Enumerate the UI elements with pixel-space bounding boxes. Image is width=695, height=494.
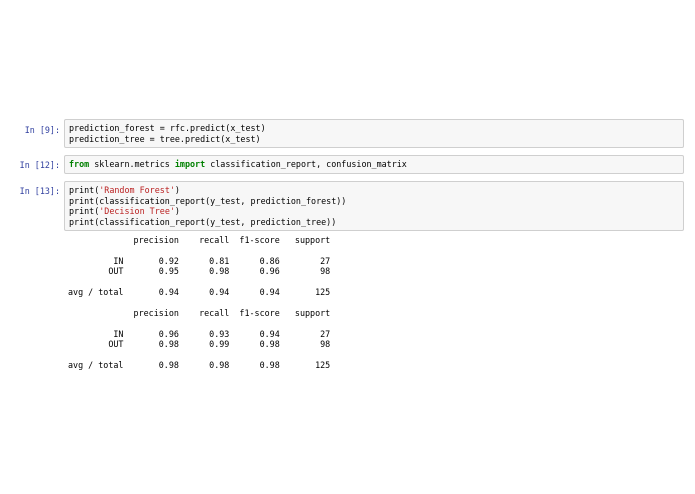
code-keyword: from [69, 159, 90, 169]
output-line: IN 0.92 0.81 0.86 27 [68, 255, 331, 266]
output-line: precision recall f1-score support [68, 235, 331, 245]
cell-prompt: In [13]: [19, 186, 60, 196]
code-line: print(classification_report(y_test, pred… [69, 196, 679, 207]
code-token: print( [69, 206, 100, 216]
code-input-area[interactable]: prediction_forest = rfc.predict(x_test) p… [64, 119, 684, 148]
code-token: prediction_tree = tree.predict(x_test) [69, 133, 261, 144]
output-line: IN 0.96 0.93 0.94 27 [68, 328, 331, 339]
code-keyword: import [174, 159, 206, 169]
output-line: avg / total 0.94 0.94 0.94 125 [68, 286, 331, 297]
code-line: print(classification_report(y_test, pred… [69, 217, 679, 228]
code-token: ) [174, 206, 180, 216]
cell-prompt: In [9]: [24, 125, 60, 135]
code-token: sklearn.metrics [89, 159, 175, 169]
output-line: precision recall f1-score support [68, 307, 331, 318]
code-input-area[interactable]: print('Random Forest') print(classificati… [64, 181, 684, 231]
code-line: prediction_forest = rfc.predict(x_test) [69, 123, 679, 134]
code-token: print(classification_report(y_test, pred… [69, 216, 337, 227]
code-token: print(classification_report(y_test, pred… [69, 195, 347, 206]
cell-prompt: In [12]: [19, 160, 60, 170]
output-line: OUT 0.95 0.98 0.96 98 [68, 266, 331, 277]
code-line: prediction_tree = tree.predict(x_test) [69, 134, 679, 145]
code-string: 'Random Forest' [99, 185, 175, 195]
output-line: OUT 0.98 0.99 0.98 98 [68, 338, 331, 349]
code-token: classification_report, confusion_matrix [205, 159, 407, 169]
code-string: 'Decision Tree' [99, 206, 175, 216]
code-token: print( [69, 185, 100, 195]
code-token: prediction_forest = rfc.predict(x_test) [69, 123, 266, 133]
code-token: ) [174, 185, 180, 195]
code-line: print('Decision Tree') [69, 206, 679, 217]
code-input-area[interactable]: from sklearn.metrics import classificati… [64, 155, 684, 174]
output-line: avg / total 0.98 0.98 0.98 125 [68, 359, 331, 370]
cell-output-area: precision recall f1-score support IN 0.9… [64, 235, 684, 370]
code-line: from sklearn.metrics import classificati… [69, 159, 679, 170]
code-line: print('Random Forest') [69, 185, 679, 196]
